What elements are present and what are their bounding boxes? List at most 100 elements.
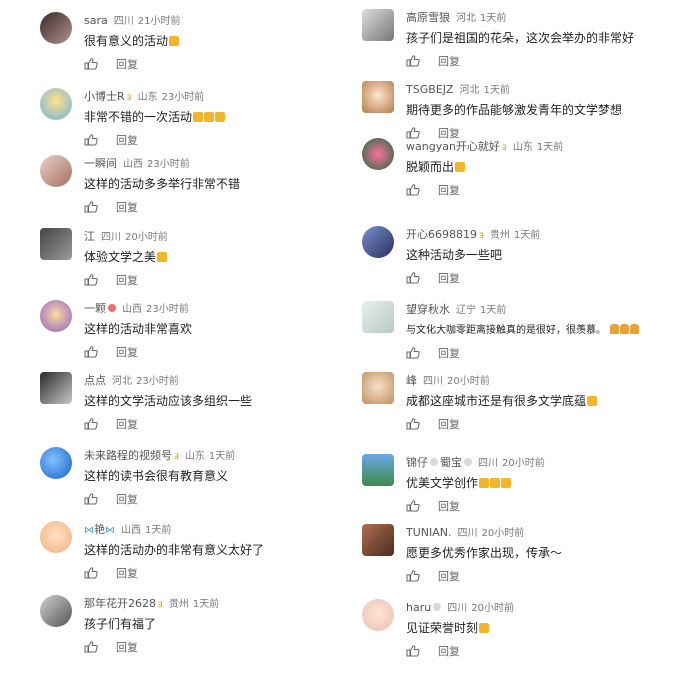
user-avatar[interactable] (40, 228, 72, 260)
like-icon[interactable] (406, 570, 420, 582)
like-icon[interactable] (406, 55, 420, 67)
reply-button[interactable]: 回复 (116, 639, 138, 655)
comment-text: 这样的活动非常喜欢 (84, 320, 192, 337)
username[interactable]: sara (84, 14, 108, 27)
like-icon[interactable] (84, 134, 98, 146)
comment-item: wangyan开心就好 ⱻ 山东 1天前 脱颖而出 回复 (350, 134, 700, 204)
username[interactable]: 点点 (84, 374, 106, 387)
username[interactable]: 未来路程的视频号 (84, 449, 172, 462)
reply-button[interactable]: 回复 (116, 132, 138, 148)
like-icon[interactable] (84, 418, 98, 430)
comment-text-content: 这样的活动多多举行非常不错 (84, 177, 241, 191)
reply-button[interactable]: 回复 (116, 272, 138, 288)
username[interactable]: 锦仔 (406, 456, 428, 469)
timestamp: 20小时前 (502, 458, 545, 469)
username[interactable]: 峰 (406, 374, 417, 387)
reply-button[interactable]: 回复 (116, 491, 138, 507)
thumbs-up-emoji-icon (479, 623, 490, 633)
reply-button[interactable]: 回复 (438, 643, 460, 659)
username[interactable]: wangyan开心就好 (406, 140, 500, 153)
like-icon[interactable] (406, 347, 420, 359)
pray-emoji-icon (620, 324, 630, 334)
user-avatar[interactable] (40, 88, 72, 120)
like-icon[interactable] (84, 641, 98, 653)
reply-button[interactable]: 回复 (116, 199, 138, 215)
user-avatar[interactable] (362, 524, 394, 556)
username[interactable]: 小博士R (84, 90, 125, 103)
username[interactable]: TSGBEJZ (406, 83, 454, 96)
like-icon[interactable] (406, 272, 420, 284)
like-icon[interactable] (406, 418, 420, 430)
like-icon[interactable] (84, 493, 98, 505)
like-icon[interactable] (84, 567, 98, 579)
like-icon[interactable] (406, 184, 420, 196)
reply-button[interactable]: 回复 (116, 56, 138, 72)
username[interactable]: 那年花开2628 (84, 597, 156, 610)
reply-button[interactable]: 回复 (116, 344, 138, 360)
user-avatar[interactable] (362, 9, 394, 41)
comment-text-content: 很有意义的活动 (84, 34, 169, 48)
comment-item: 望穿秋水 辽宁 1天前 与文化大咖零距离接触真的是很好，很羡慕。 回复 (350, 297, 700, 367)
username[interactable]: 高原雪狼 (406, 11, 450, 24)
user-avatar[interactable] (40, 372, 72, 404)
thumbs-up-emoji-icon (204, 112, 215, 122)
comment-text-content: 期待更多的作品能够激发青年的文学梦想 (406, 103, 623, 117)
thumbs-up-emoji-icon (479, 478, 490, 488)
reply-button[interactable]: 回复 (438, 270, 460, 286)
ribbon-icon: ⋈ (105, 525, 115, 536)
like-icon[interactable] (406, 500, 420, 512)
username[interactable]: 望穿秋水 (406, 303, 450, 316)
username[interactable]: haru (406, 601, 431, 614)
username[interactable]: 开心6698819 (406, 228, 477, 241)
comment-item: 高原雪狼 河北 1天前 孩子们是祖国的花朵，这次会举办的非常好 回复 (350, 5, 700, 75)
reply-button[interactable]: 回复 (438, 182, 460, 198)
user-avatar[interactable] (362, 301, 394, 333)
reply-button[interactable]: 回复 (438, 53, 460, 69)
reply-button[interactable]: 回复 (116, 416, 138, 432)
comment-actions: 回复 (406, 182, 460, 198)
username[interactable]: 艳 (94, 523, 105, 536)
reply-button[interactable]: 回复 (438, 568, 460, 584)
user-avatar[interactable] (40, 300, 72, 332)
timestamp: 20小时前 (471, 603, 514, 614)
reply-button[interactable]: 回复 (438, 498, 460, 514)
comment-text: 与文化大咖零距离接触真的是很好，很羡慕。 (406, 321, 640, 336)
username[interactable]: 江 (84, 230, 95, 243)
user-avatar[interactable] (362, 81, 394, 113)
comment-item: 锦仔 蜀宝 四川 20小时前 优美文学创作 回复 (350, 450, 700, 520)
thumbs-up-emoji-icon (455, 162, 466, 172)
username[interactable]: 一颗 (84, 302, 106, 315)
location-label: 四川 (423, 376, 443, 387)
user-avatar[interactable] (40, 595, 72, 627)
comment-text-content: 体验文学之美 (84, 250, 157, 264)
user-avatar[interactable] (40, 521, 72, 553)
comment-text: 很有意义的活动 (84, 32, 180, 49)
like-icon[interactable] (84, 274, 98, 286)
location-label: 山东 (512, 142, 533, 153)
user-avatar[interactable] (362, 454, 394, 486)
location-label: 山西 (122, 304, 142, 315)
username[interactable]: TUNIAN. (406, 526, 452, 539)
reply-button[interactable]: 回复 (116, 565, 138, 581)
fan-badge-icon: ⱻ (158, 599, 163, 610)
like-icon[interactable] (406, 645, 420, 657)
timestamp: 1天前 (145, 525, 172, 536)
reply-button[interactable]: 回复 (438, 416, 460, 432)
reply-button[interactable]: 回复 (438, 345, 460, 361)
comment-meta: ⋈艳⋈ 山西 1天前 (84, 521, 171, 537)
user-avatar[interactable] (40, 155, 72, 187)
user-avatar[interactable] (362, 138, 394, 170)
thumbs-up-emoji-icon (587, 396, 598, 406)
user-avatar[interactable] (362, 372, 394, 404)
user-avatar[interactable] (40, 12, 72, 44)
comment-item: 那年花开2628 ⱻ 贵州 1天前 孩子们有福了 回复 (0, 591, 350, 661)
user-avatar[interactable] (40, 447, 72, 479)
like-icon[interactable] (84, 58, 98, 70)
comment-meta: haru 四川 20小时前 (406, 599, 514, 614)
like-icon[interactable] (84, 346, 98, 358)
like-icon[interactable] (84, 201, 98, 213)
location-label: 四川 (101, 232, 121, 243)
user-avatar[interactable] (362, 226, 394, 258)
user-avatar[interactable] (362, 599, 394, 631)
username[interactable]: 一瞬间 (84, 157, 117, 170)
